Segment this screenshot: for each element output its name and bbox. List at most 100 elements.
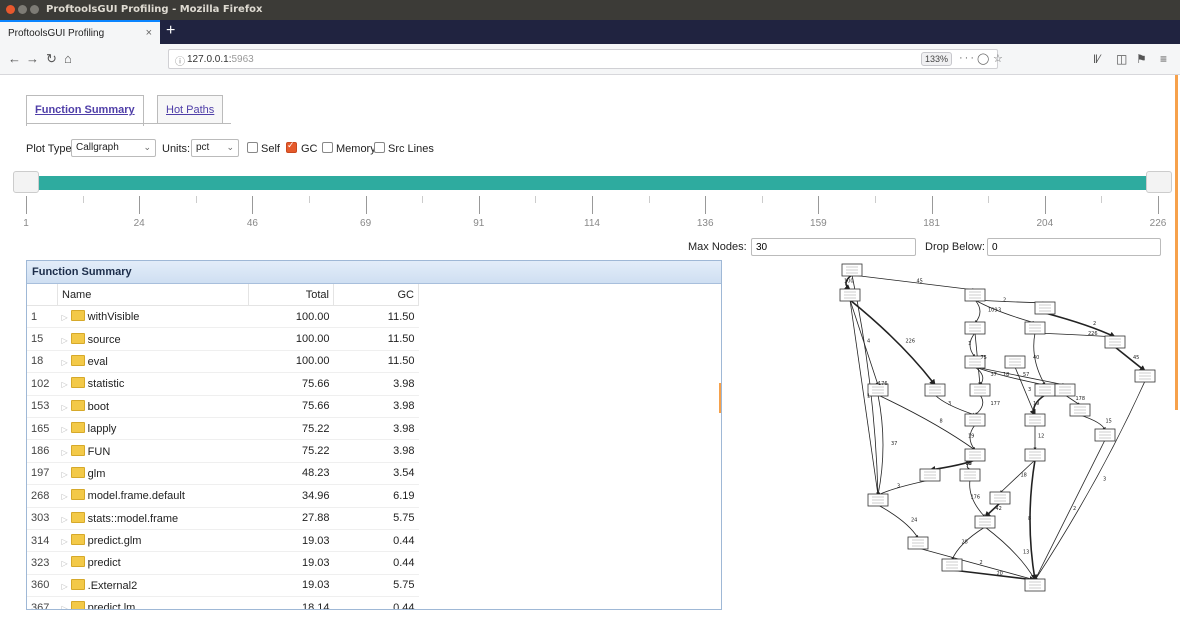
range-slider-min-handle[interactable] (13, 171, 39, 193)
tab-hot-paths[interactable]: Hot Paths (157, 95, 224, 124)
table-row[interactable]: 153 ▷ boot 75.66 3.98 (27, 395, 419, 418)
function-name: statistic (87, 378, 125, 391)
table-row[interactable]: 15 ▷ source 100.00 11.50 (27, 327, 419, 351)
expand-arrow-icon[interactable]: ▷ (62, 313, 68, 322)
function-name: withVisible (87, 311, 140, 324)
callgraph-edge (974, 299, 981, 324)
name-cell[interactable]: ▷ .External2 (57, 574, 249, 598)
expand-arrow-icon[interactable]: ▷ (62, 336, 68, 345)
gc-checkbox[interactable] (286, 140, 297, 153)
plot-type-select[interactable]: Callgraph ⌄ (71, 139, 156, 157)
site-info-icon[interactable]: ⓘ (175, 53, 185, 68)
column-header-total[interactable]: Total (248, 284, 334, 306)
page-scrollbar[interactable] (1175, 75, 1178, 410)
table-row[interactable]: 18 ▷ eval 100.00 11.50 (27, 350, 419, 374)
expand-arrow-icon[interactable]: ▷ (62, 604, 68, 609)
window-maximize-button[interactable] (30, 5, 39, 14)
browser-tab[interactable]: ProftoolsGUI Profiling × (0, 20, 160, 44)
table-scrollbar[interactable] (719, 383, 721, 413)
column-header-gc[interactable]: GC (333, 284, 419, 306)
memory-checkbox[interactable] (322, 142, 333, 153)
expand-arrow-icon[interactable]: ▷ (62, 582, 68, 591)
callgraph-edge (1034, 439, 1106, 581)
name-cell[interactable]: ▷ eval (57, 350, 249, 374)
expand-arrow-icon[interactable]: ▷ (62, 492, 68, 501)
url-bar[interactable]: ⓘ 127.0.0.1:5963 133% ··· ◯ ☆ (168, 49, 1003, 69)
table-row[interactable]: 367 ▷ predict.lm 18.14 0.44 (27, 596, 419, 609)
callgraph-edge-label: 8 (1028, 516, 1031, 522)
callgraph-edge-label: 18 (1003, 372, 1009, 378)
table-row[interactable]: 165 ▷ lapply 75.22 3.98 (27, 417, 419, 441)
expand-arrow-icon[interactable]: ▷ (62, 425, 68, 434)
column-header-name[interactable]: Name (57, 284, 249, 306)
tab-function-summary[interactable]: Function Summary (26, 95, 144, 126)
expand-arrow-icon[interactable]: ▷ (62, 515, 68, 524)
name-cell[interactable]: ▷ withVisible (57, 305, 249, 329)
forward-arrow-icon[interactable]: → (26, 51, 39, 66)
expand-arrow-icon[interactable]: ▷ (62, 403, 68, 412)
tab-close-icon[interactable]: × (146, 27, 152, 39)
slider-tick-label: 69 (360, 218, 372, 229)
range-slider-track[interactable] (26, 176, 1158, 190)
table-row[interactable]: 360 ▷ .External2 19.03 5.75 (27, 574, 419, 598)
total-cell: 75.22 (248, 417, 334, 441)
src-lines-checkbox[interactable] (374, 142, 385, 153)
table-row[interactable]: 197 ▷ glm 48.23 3.54 (27, 462, 419, 486)
expand-arrow-icon[interactable]: ▷ (62, 380, 68, 389)
page-actions-icon[interactable]: ··· (959, 52, 976, 64)
window-controls[interactable] (6, 5, 42, 17)
back-arrow-icon[interactable]: ← (8, 51, 21, 66)
table-row[interactable]: 314 ▷ predict.glm 19.03 0.44 (27, 529, 419, 553)
new-tab-button[interactable]: + (166, 22, 175, 40)
expand-arrow-icon[interactable]: ▷ (62, 537, 68, 546)
name-cell[interactable]: ▷ predict.glm (57, 529, 249, 553)
table-row[interactable]: 323 ▷ predict 19.03 0.44 (27, 551, 419, 575)
range-slider-max-handle[interactable] (1146, 171, 1172, 193)
name-cell[interactable]: ▷ source (57, 327, 249, 351)
callgraph-edge (877, 479, 931, 496)
expand-arrow-icon[interactable]: ▷ (62, 559, 68, 568)
zoom-level[interactable]: 133% (921, 52, 953, 66)
browser-tab-strip: ProftoolsGUI Profiling × + (0, 20, 1180, 44)
extension-icon[interactable]: ⚑ (1136, 52, 1147, 66)
window-minimize-button[interactable] (18, 5, 27, 14)
callgraph-edge-label: 19 (968, 434, 974, 440)
window-close-button[interactable] (6, 5, 15, 14)
name-cell[interactable]: ▷ stats::model.frame (57, 507, 249, 530)
name-cell[interactable]: ▷ boot (57, 395, 249, 418)
self-checkbox[interactable] (247, 142, 258, 153)
name-cell[interactable]: ▷ predict.lm (57, 596, 249, 609)
sidebar-icon[interactable]: ◫ (1116, 52, 1127, 66)
url-text[interactable]: 127.0.0.1:5963 (187, 54, 254, 65)
name-cell[interactable]: ▷ model.frame.default (57, 484, 249, 508)
home-icon[interactable]: ⌂ (64, 51, 72, 66)
table-row[interactable]: 186 ▷ FUN 75.22 3.98 (27, 439, 419, 463)
row-id: 323 (27, 551, 58, 575)
units-select[interactable]: pct ⌄ (191, 139, 239, 157)
max-nodes-input[interactable] (751, 238, 916, 256)
name-cell[interactable]: ▷ lapply (57, 417, 249, 441)
library-icon[interactable]: ‖⁄ (1093, 52, 1100, 66)
table-row[interactable]: 268 ▷ model.frame.default 34.96 6.19 (27, 484, 419, 508)
slider-tick-label: 181 (923, 218, 940, 229)
plot-type-label: Plot Type: (26, 143, 75, 155)
expand-arrow-icon[interactable]: ▷ (62, 470, 68, 479)
expand-arrow-icon[interactable]: ▷ (62, 448, 68, 457)
reload-icon[interactable]: ↻ (46, 51, 57, 67)
total-cell: 27.88 (248, 507, 334, 530)
name-cell[interactable]: ▷ predict (57, 551, 249, 575)
expand-arrow-icon[interactable]: ▷ (62, 358, 68, 367)
callgraph-edge (974, 366, 1046, 387)
folder-icon (70, 332, 85, 344)
callgraph-diagram[interactable]: 100 45109 34 226 17522640 4537 18 57177 19178151… (790, 260, 1165, 610)
bookmark-star-icon[interactable]: ☆ (993, 52, 1005, 65)
name-cell[interactable]: ▷ glm (57, 462, 249, 486)
name-cell[interactable]: ▷ FUN (57, 439, 249, 463)
pocket-icon[interactable]: ◯ (977, 52, 991, 65)
drop-below-input[interactable] (987, 238, 1161, 256)
table-row[interactable]: 1 ▷ withVisible 100.00 11.50 (27, 305, 419, 329)
table-row[interactable]: 303 ▷ stats::model.frame 27.88 5.75 (27, 507, 419, 530)
menu-icon[interactable]: ≡ (1160, 52, 1167, 66)
table-row[interactable]: 102 ▷ statistic 75.66 3.98 (27, 372, 419, 396)
name-cell[interactable]: ▷ statistic (57, 372, 249, 396)
